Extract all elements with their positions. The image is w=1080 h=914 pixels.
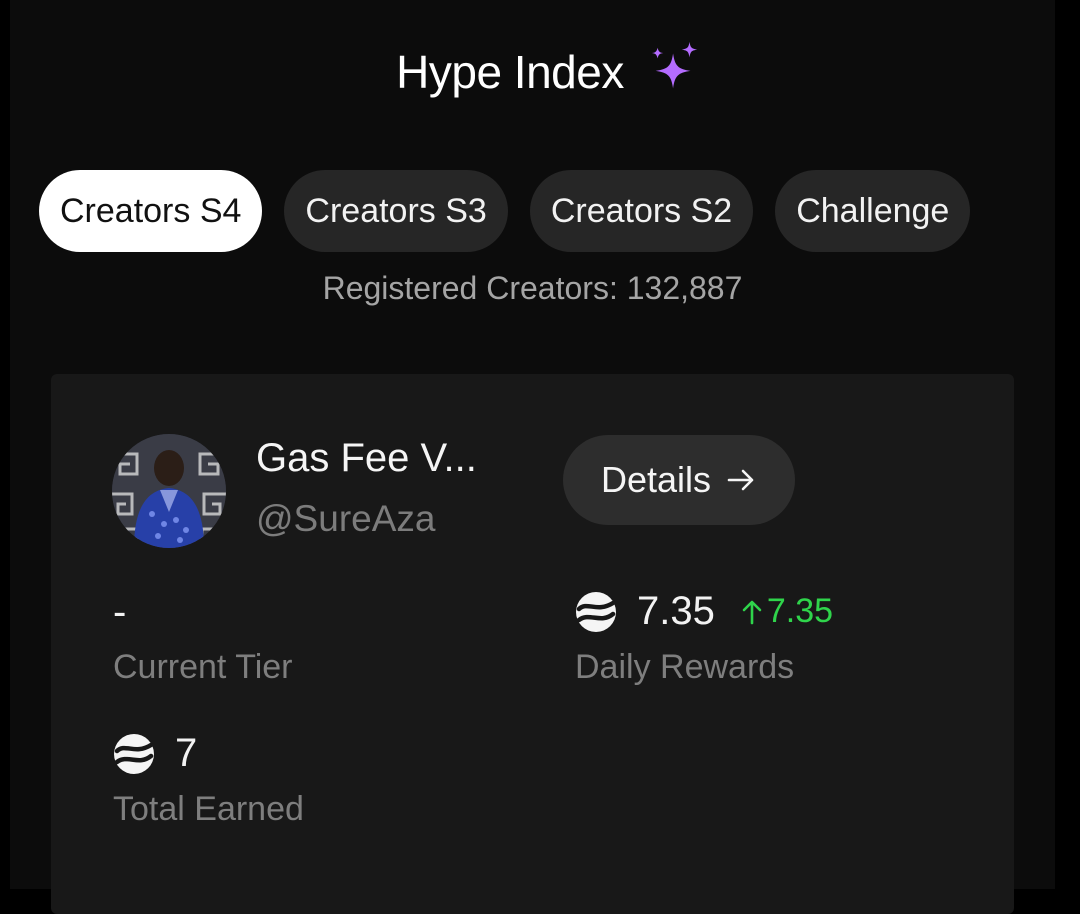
tab-creators-s4[interactable]: Creators S4 (39, 170, 263, 252)
tab-challenge[interactable]: Challenge (775, 170, 971, 252)
total-earned-value: 7 (175, 731, 198, 775)
tab-creators-s2[interactable]: Creators S2 (529, 170, 754, 252)
sparkles-icon (651, 41, 698, 89)
total-earned-label: Total Earned (113, 790, 304, 828)
current-tier-value: - (113, 590, 127, 634)
avatar[interactable] (112, 434, 226, 548)
details-label: Details (600, 459, 712, 500)
title-wrap: Hype Index (396, 41, 704, 99)
creator-card: Gas Fee V... @SureAza Details - Current … (51, 374, 1014, 914)
daily-rewards-value-wrap: 7.35 7.35 (575, 589, 833, 634)
daily-rewards-change: 7.35 (741, 592, 833, 631)
current-tier-value-wrap: - (113, 590, 126, 635)
tab-creators-s3[interactable]: Creators S3 (284, 170, 508, 252)
season-tabs: Creators S4 Creators S3 Creators S2 Chal… (39, 170, 971, 252)
avatar-image (112, 434, 226, 548)
registered-creators-count: Registered Creators: 132,887 (322, 270, 743, 306)
arrow-up-icon (742, 600, 762, 624)
details-button[interactable]: Details (563, 435, 795, 525)
creator-handle: @SureAza (256, 498, 436, 539)
token-coin-icon (114, 733, 154, 774)
daily-rewards-value: 7.35 (637, 589, 715, 633)
daily-rewards-change-value: 7.35 (766, 592, 834, 630)
arrow-right-icon (727, 469, 754, 491)
page-header: Hype Index (0, 30, 1080, 114)
page-title: Hype Index (396, 46, 624, 98)
total-earned-value-wrap: 7 (113, 731, 197, 776)
token-coin-icon (576, 591, 616, 632)
creator-name: Gas Fee V... (256, 436, 477, 480)
daily-rewards-label: Daily Rewards (575, 648, 795, 686)
current-tier-label: Current Tier (113, 648, 293, 686)
